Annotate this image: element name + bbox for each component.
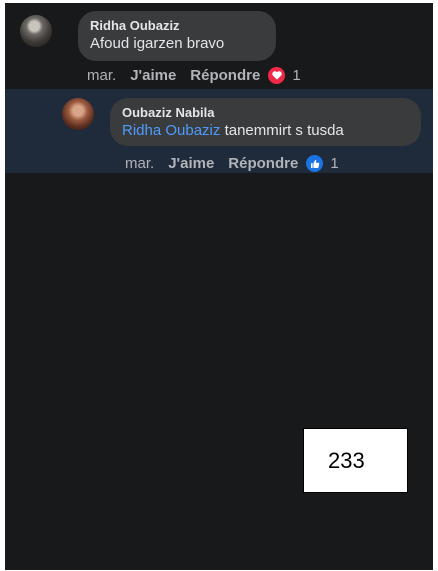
comment-bubble[interactable]: Oubaziz Nabila Ridha Oubaziz tanemmirt s… — [110, 98, 421, 146]
page-number-label: 233 — [303, 428, 408, 493]
comments-panel: Ridha Oubaziz Afoud igarzen bravo mar. J… — [5, 3, 433, 570]
comment-actions: mar. J'aime Répondre 1 — [87, 67, 301, 84]
comment: Ridha Oubaziz Afoud igarzen bravo mar. J… — [5, 3, 433, 87]
avatar[interactable] — [62, 98, 94, 130]
like-button[interactable]: J'aime — [168, 155, 214, 172]
reaction-summary[interactable]: 1 — [306, 155, 339, 172]
mention-link[interactable]: Ridha Oubaziz — [122, 122, 220, 139]
reaction-count: 1 — [292, 67, 301, 84]
comment-author[interactable]: Ridha Oubaziz — [90, 18, 264, 34]
comment-author[interactable]: Oubaziz Nabila — [122, 105, 409, 121]
comment-text: tanemmirt s tusda — [224, 122, 344, 139]
reply-button[interactable]: Répondre — [228, 155, 298, 172]
reaction-summary[interactable]: 1 — [268, 67, 301, 84]
comment-time[interactable]: mar. — [125, 155, 154, 172]
comment-actions: mar. J'aime Répondre 1 — [125, 155, 339, 172]
reply-comment: Oubaziz Nabila Ridha Oubaziz tanemmirt s… — [5, 89, 433, 173]
comment-bubble[interactable]: Ridha Oubaziz Afoud igarzen bravo — [78, 11, 276, 61]
comment-text: Afoud igarzen bravo — [90, 35, 225, 52]
thumbs-up-icon — [306, 155, 324, 172]
comment-text-line: Ridha Oubaziz tanemmirt s tusda — [122, 121, 409, 140]
like-button[interactable]: J'aime — [130, 67, 176, 84]
heart-icon — [268, 67, 286, 84]
avatar[interactable] — [20, 15, 52, 47]
comment-time[interactable]: mar. — [87, 67, 116, 84]
reaction-count: 1 — [330, 155, 339, 172]
reply-button[interactable]: Répondre — [190, 67, 260, 84]
